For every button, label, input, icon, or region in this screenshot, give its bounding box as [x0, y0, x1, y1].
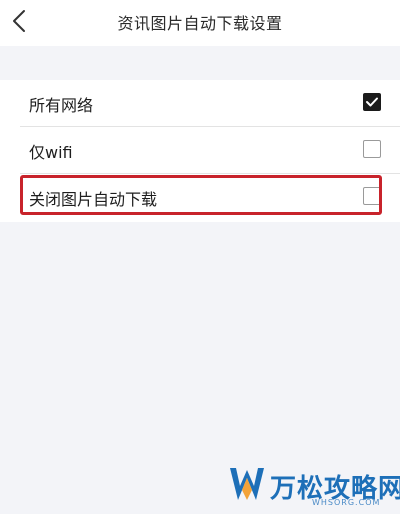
option-wifi-only[interactable]: 仅wifi	[0, 127, 400, 173]
option-disable-auto-download[interactable]: 关闭图片自动下载	[0, 174, 400, 220]
watermark: 万松攻略网 WHSORG.COM	[228, 462, 400, 512]
option-label: 仅wifi	[29, 143, 73, 162]
checkbox-checked[interactable]	[363, 93, 381, 111]
check-icon	[366, 97, 378, 107]
checkbox-unchecked[interactable]	[363, 140, 381, 158]
option-all-networks[interactable]: 所有网络	[0, 80, 400, 126]
option-label: 关闭图片自动下载	[29, 190, 158, 209]
watermark-subtext: WHSORG.COM	[312, 498, 381, 507]
option-label: 所有网络	[29, 96, 94, 115]
checkbox-unchecked[interactable]	[363, 187, 381, 205]
page-title: 资讯图片自动下载设置	[117, 14, 283, 33]
w-logo-icon	[228, 464, 266, 508]
download-options-list: 所有网络 仅wifi 关闭图片自动下载	[0, 80, 400, 222]
header-bar: 资讯图片自动下载设置	[0, 0, 400, 46]
